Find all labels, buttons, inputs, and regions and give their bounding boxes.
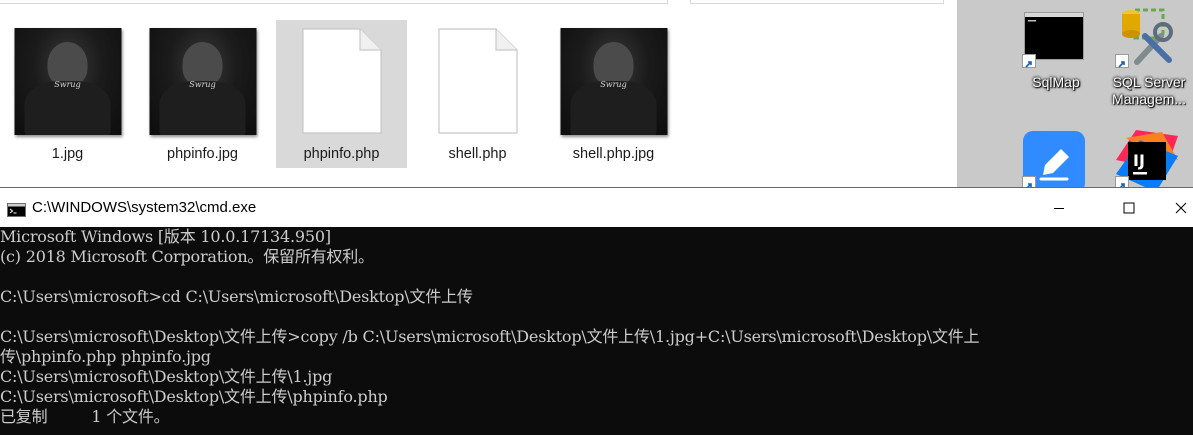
- file-explorer-pane: Swrug 1.jpg Swrug phpinfo.jpg phpinfo.ph…: [0, 0, 957, 187]
- shortcut-arrow-icon: [1115, 54, 1129, 68]
- desktop-area: SqlMap SQL Server Managem... IJ: [957, 0, 1193, 187]
- search-box-edge: [690, 0, 944, 4]
- document-icon: [437, 28, 518, 134]
- thumbnail-signature: Swrug: [600, 80, 627, 89]
- desktop-icon-label: SqlMap: [1032, 74, 1080, 90]
- desktop-icon-edit-app[interactable]: [1014, 130, 1094, 187]
- file-name: phpinfo.php: [303, 146, 380, 162]
- console-line: (c) 2018 Microsoft Corporation。保留所有权利。: [0, 247, 374, 266]
- address-bar-edge: [0, 0, 668, 4]
- file-item-shell-php[interactable]: shell.php: [412, 20, 543, 168]
- file-item-1-jpg[interactable]: Swrug 1.jpg: [2, 20, 133, 168]
- file-name: shell.php: [448, 146, 507, 162]
- desktop-icon-label: SQL Server Managem...: [1112, 74, 1186, 107]
- file-name: phpinfo.jpg: [167, 146, 238, 162]
- thumbnail-figure-body: [570, 81, 657, 135]
- document-icon: [301, 28, 382, 134]
- desktop-icon-intellij[interactable]: IJ: [1107, 130, 1187, 187]
- file-item-phpinfo-php[interactable]: phpinfo.php: [276, 20, 407, 168]
- minimize-button[interactable]: [1036, 188, 1082, 228]
- file-item-phpinfo-jpg[interactable]: Swrug phpinfo.jpg: [137, 20, 268, 168]
- shortcut-arrow-icon: [1115, 176, 1129, 187]
- close-button[interactable]: [1163, 188, 1193, 228]
- console-line: C:\Users\microsoft\Desktop\文件上传\1.jpg: [0, 367, 333, 386]
- cmd-title-bar[interactable]: C:\WINDOWS\system32\cmd.exe: [0, 187, 1193, 227]
- file-item-shell-php-jpg[interactable]: Swrug shell.php.jpg: [548, 20, 679, 168]
- maximize-button[interactable]: [1106, 188, 1152, 228]
- maximize-icon: [1123, 202, 1135, 214]
- svg-text:IJ: IJ: [1133, 151, 1145, 170]
- minimize-icon: [1054, 208, 1064, 209]
- console-line: 传\phpinfo.php phpinfo.jpg: [0, 347, 211, 366]
- console-line: 已复制 1 个文件。: [0, 407, 170, 426]
- console-app-icon[interactable]: [7, 202, 26, 217]
- console-icon: [1024, 12, 1084, 60]
- shortcut-arrow-icon: [1022, 176, 1036, 187]
- window-title: C:\WINDOWS\system32\cmd.exe: [32, 199, 257, 216]
- console-line: Microsoft Windows [版本 10.0.17134.950]: [0, 227, 331, 246]
- cmd-window[interactable]: C:\WINDOWS\system32\cmd.exe Microsoft Wi…: [0, 187, 1193, 435]
- close-icon: [1175, 202, 1187, 214]
- thumbnail-figure-body: [159, 81, 246, 135]
- console-line: C:\Users\microsoft\Desktop\文件上传\phpinfo.…: [0, 387, 388, 406]
- desktop-icon-sqlmap[interactable]: SqlMap: [1014, 10, 1094, 120]
- console-output[interactable]: Microsoft Windows [版本 10.0.17134.950] (c…: [0, 227, 1193, 435]
- image-thumbnail: Swrug: [149, 28, 256, 135]
- desktop-icon-sql-server-management[interactable]: SQL Server Managem...: [1107, 6, 1187, 121]
- thumbnail-figure-body: [24, 81, 111, 135]
- image-thumbnail: Swrug: [560, 28, 667, 135]
- console-line: C:\Users\microsoft\Desktop\文件上传>copy /b …: [0, 327, 980, 346]
- shortcut-arrow-icon: [1022, 54, 1036, 68]
- thumbnail-signature: Swrug: [54, 80, 81, 89]
- thumbnail-signature: Swrug: [189, 80, 216, 89]
- file-name: shell.php.jpg: [572, 146, 655, 162]
- console-line: C:\Users\microsoft>cd C:\Users\microsoft…: [0, 287, 473, 306]
- image-thumbnail: Swrug: [14, 28, 121, 135]
- file-name: 1.jpg: [51, 146, 84, 162]
